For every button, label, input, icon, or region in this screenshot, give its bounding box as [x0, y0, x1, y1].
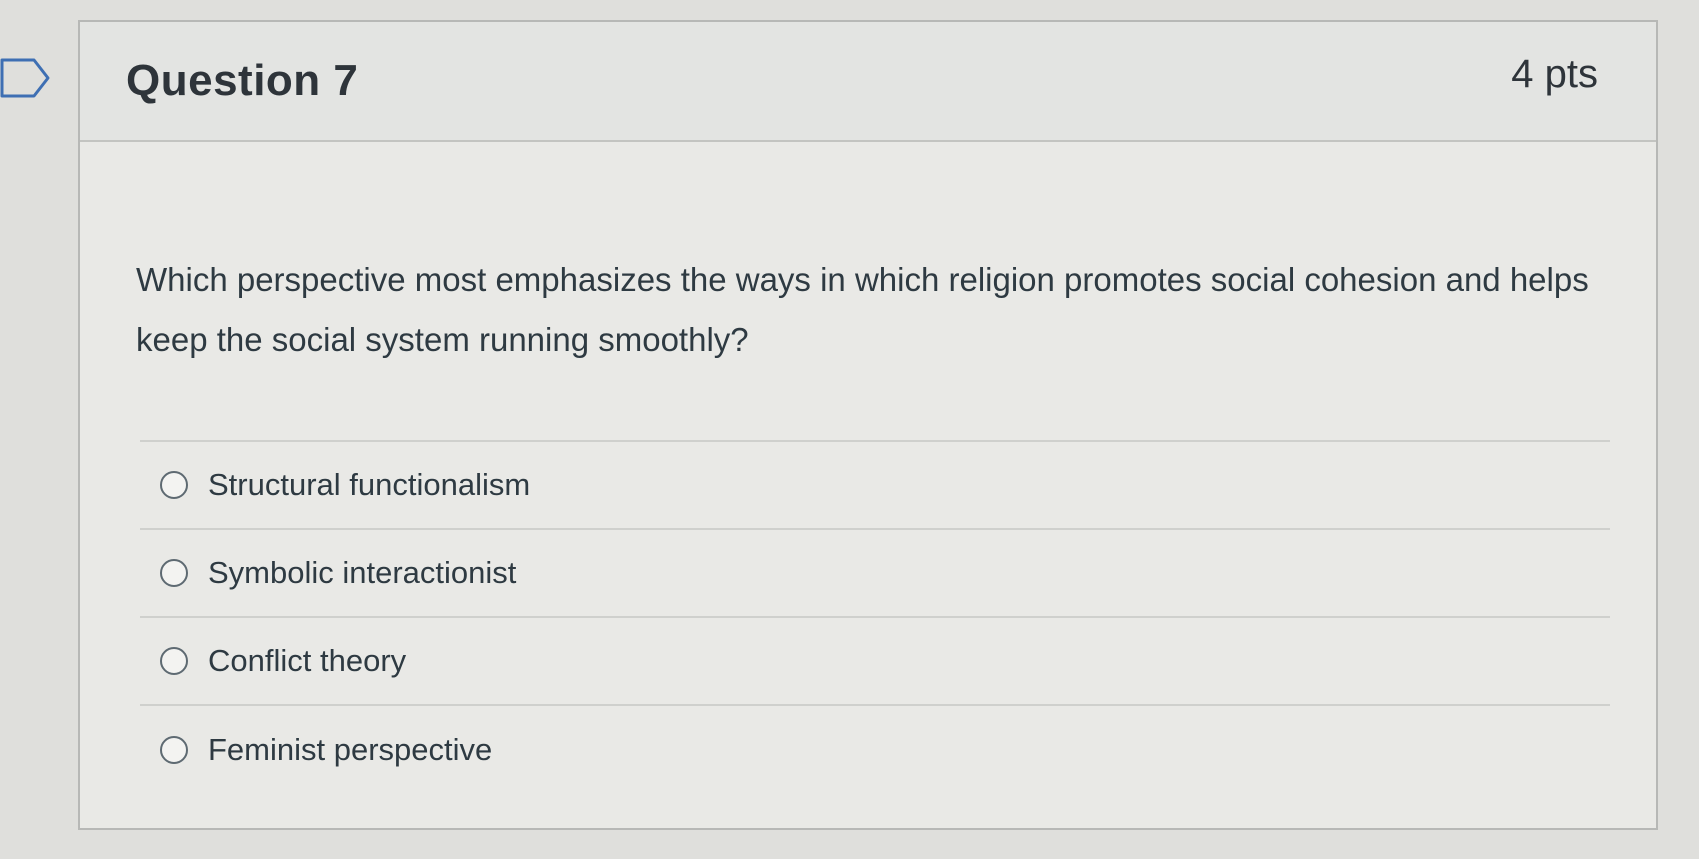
answer-option-structural-functionalism[interactable]: Structural functionalism [140, 442, 1610, 530]
answer-option-feminist-perspective[interactable]: Feminist perspective [140, 706, 1610, 794]
radio-unselected-icon[interactable] [160, 647, 188, 675]
question-points: 4 pts [1511, 52, 1598, 96]
radio-unselected-icon[interactable] [160, 736, 188, 764]
answer-list: Structural functionalism Symbolic intera… [140, 440, 1610, 794]
radio-unselected-icon[interactable] [160, 559, 188, 587]
answer-label[interactable]: Conflict theory [208, 643, 406, 679]
answer-label[interactable]: Symbolic interactionist [208, 555, 516, 591]
answer-option-symbolic-interactionist[interactable]: Symbolic interactionist [140, 530, 1610, 618]
question-card: Question 7 4 pts Which perspective most … [78, 20, 1658, 830]
radio-unselected-icon[interactable] [160, 471, 188, 499]
question-title: Question 7 [126, 56, 359, 105]
answer-option-conflict-theory[interactable]: Conflict theory [140, 618, 1610, 706]
answer-label[interactable]: Feminist perspective [208, 732, 492, 768]
answer-label[interactable]: Structural functionalism [208, 467, 530, 503]
question-text: Which perspective most emphasizes the wa… [136, 261, 1589, 358]
question-header: Question 7 4 pts [80, 22, 1656, 142]
flag-question-icon[interactable] [0, 56, 52, 100]
